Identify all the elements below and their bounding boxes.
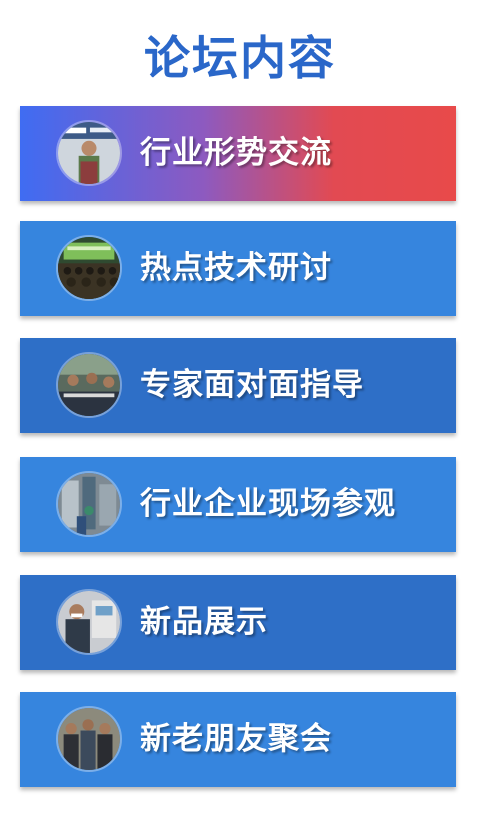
forum-item-tech-discussion[interactable]: 热点技术研讨 xyxy=(20,221,456,316)
friends-gathering-photo xyxy=(56,706,122,772)
factory-visit-photo xyxy=(56,471,122,537)
forum-item-industry-exchange[interactable]: 行业形势交流 xyxy=(20,106,456,201)
page-title: 论坛内容 xyxy=(144,31,336,85)
item-label: 专家面对面指导 xyxy=(140,367,364,403)
forum-item-friends-gathering[interactable]: 新老朋友聚会 xyxy=(20,692,456,787)
forum-item-expert-guidance[interactable]: 专家面对面指导 xyxy=(20,338,456,433)
item-label: 行业形势交流 xyxy=(140,135,332,171)
speaker-at-podium-photo xyxy=(56,120,122,186)
item-label: 新老朋友聚会 xyxy=(140,721,332,757)
forum-item-factory-visit[interactable]: 行业企业现场参观 xyxy=(20,457,456,552)
forum-item-new-products[interactable]: 新品展示 xyxy=(20,575,456,670)
product-showcase-photo xyxy=(56,589,122,655)
item-label: 行业企业现场参观 xyxy=(140,486,396,522)
conference-audience-photo xyxy=(56,235,122,301)
item-label: 热点技术研讨 xyxy=(140,250,332,286)
item-label: 新品展示 xyxy=(140,604,268,640)
expert-table-photo xyxy=(56,352,122,418)
